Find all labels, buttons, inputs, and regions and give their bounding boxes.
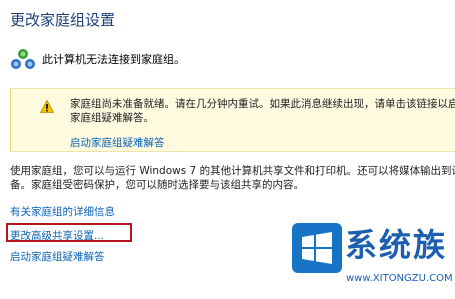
homegroup-description: 使用家庭组，您可以与运行 Windows 7 的其他计算机共享文件和打印机。还可… [10,165,455,191]
homegroup-network-icon [10,47,36,71]
site-watermark: 系统族 www.XITONGZU.COM [292,223,453,291]
watermark-brand: 系统族 [345,226,448,264]
warning-panel: 家庭组尚未准备就绪。请在几分钟内重试。如果此消息继续出现，请单击该链接以启动家庭… [10,88,455,152]
windows-logo-icon [292,223,342,273]
homegroup-status: 此计算机无法连接到家庭组。 [10,47,185,71]
warning-message: 家庭组尚未准备就绪。请在几分钟内重试。如果此消息继续出现，请单击该链接以启动家庭… [70,98,455,124]
homegroup-details-link[interactable]: 有关家庭组的详细信息 [10,204,115,219]
highlight-annotation [6,223,132,242]
warning-troubleshoot-link[interactable]: 启动家庭组疑难解答 [70,135,165,150]
troubleshoot-link[interactable]: 启动家庭组疑难解答 [10,249,105,264]
status-message: 此计算机无法连接到家庭组。 [42,53,185,66]
watermark-url: www.XITONGZU.COM [346,273,453,284]
page-title: 更改家庭组设置 [10,11,116,29]
warning-triangle-icon [39,98,55,113]
